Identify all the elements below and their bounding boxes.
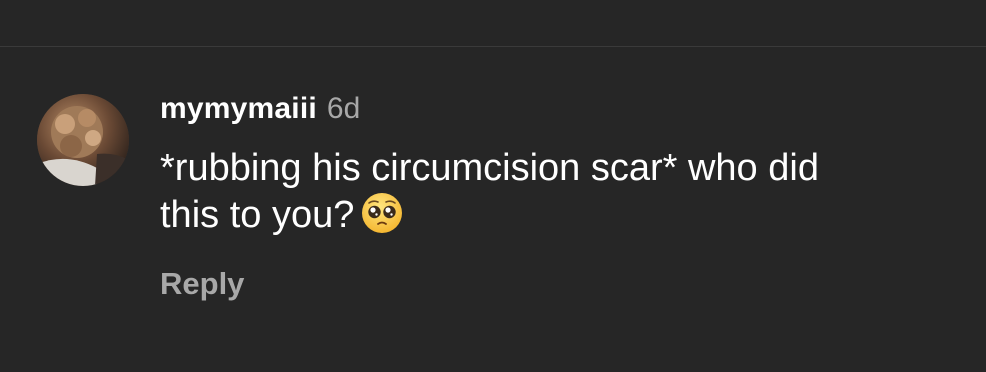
comment-header: mymymaiii 6d — [160, 92, 360, 132]
reply-button[interactable]: Reply — [160, 266, 244, 302]
comment: mymymaiii 6d *rubbing his circumcision s… — [0, 0, 986, 372]
pleading-face-icon — [362, 193, 403, 233]
timestamp: 6d — [326, 92, 361, 125]
comment-text-line: *rubbing his circumcision scar* who did — [160, 147, 819, 189]
comment-text-line: this to you? — [160, 191, 960, 238]
comment-text-segment: this to you? — [160, 194, 355, 236]
username[interactable]: mymymaiii — [160, 92, 317, 126]
comment-text: *rubbing his circumcision scar* who did … — [160, 145, 960, 238]
avatar[interactable] — [37, 94, 129, 186]
avatar-image — [37, 94, 129, 186]
